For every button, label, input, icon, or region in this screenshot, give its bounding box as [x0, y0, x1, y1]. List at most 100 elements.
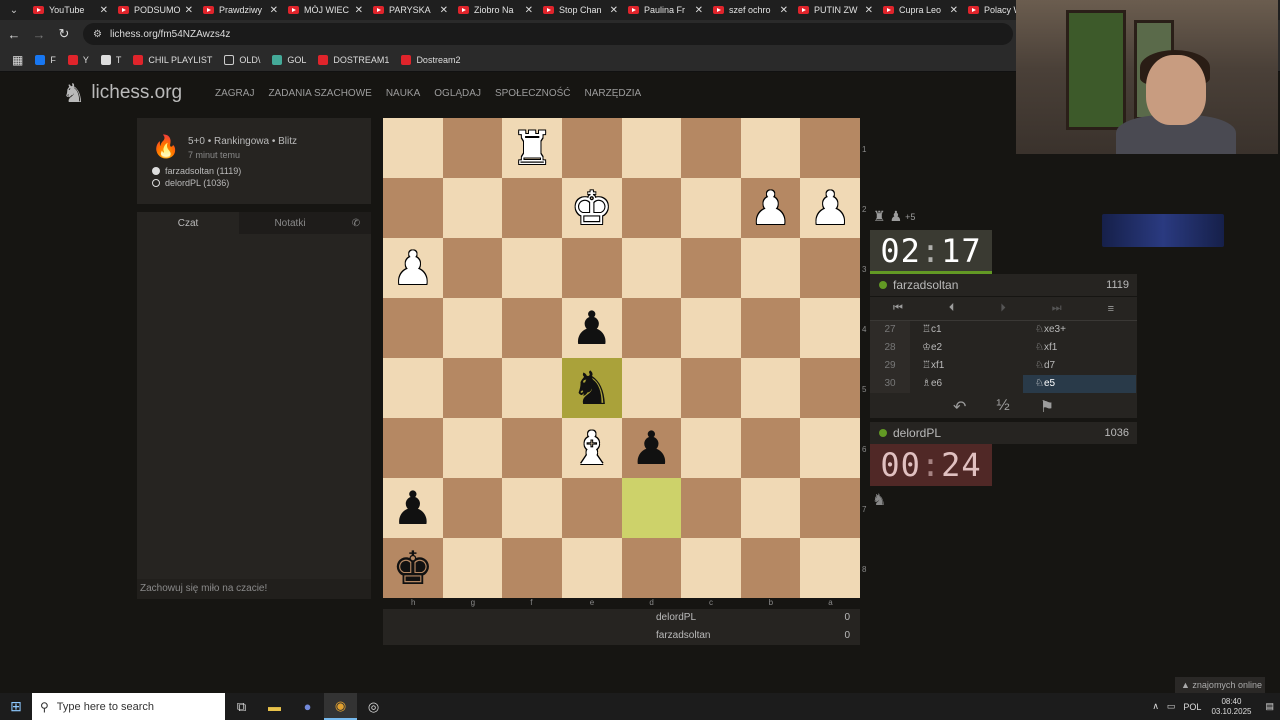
board-square[interactable]	[800, 238, 860, 298]
close-tab-icon[interactable]: ✕	[270, 5, 278, 16]
board-square[interactable]	[740, 418, 801, 478]
draw-offer-icon[interactable]: ½	[996, 397, 1009, 417]
board-square[interactable]	[621, 118, 682, 178]
board-square[interactable]	[621, 358, 682, 418]
white-move[interactable]: ♖xf1	[910, 357, 1023, 375]
bookmark-item[interactable]: T	[100, 54, 121, 65]
board-square[interactable]	[442, 358, 503, 418]
board-square[interactable]	[502, 238, 562, 298]
first-move-icon[interactable]: ⏮	[893, 302, 903, 315]
chrome-icon[interactable]: ◉	[324, 693, 357, 720]
site-logo[interactable]: ♞ lichess.org	[62, 80, 182, 106]
board-square[interactable]	[681, 118, 741, 178]
black-pawn-piece[interactable]: ♟	[571, 304, 612, 352]
nav-menu-item[interactable]: ZAGRAJ	[215, 88, 254, 99]
browser-tab[interactable]: PODSUMO ✕	[113, 0, 198, 20]
board-square[interactable]	[442, 418, 503, 478]
close-tab-icon[interactable]: ✕	[525, 5, 533, 16]
close-tab-icon[interactable]: ✕	[355, 5, 363, 16]
reload-icon[interactable]: ↻	[53, 23, 75, 45]
board-square[interactable]	[442, 298, 503, 358]
close-tab-icon[interactable]: ✕	[610, 5, 618, 16]
board-square[interactable]	[502, 178, 562, 238]
board-square[interactable]	[681, 478, 741, 538]
nav-menu-item[interactable]: NAUKA	[386, 88, 420, 99]
white-move[interactable]: ♗e6	[910, 375, 1023, 393]
board-square[interactable]	[502, 418, 562, 478]
board-square[interactable]	[502, 478, 562, 538]
taskbar-search-input[interactable]: ⚲ Type here to search	[32, 693, 225, 720]
board-square[interactable]	[561, 478, 622, 538]
board-square[interactable]	[740, 358, 801, 418]
next-move-icon[interactable]: ⏵	[1000, 302, 1006, 315]
task-view-icon[interactable]: ⧉	[225, 693, 258, 720]
white-pawn-piece[interactable]: ♟	[810, 184, 851, 232]
board-square[interactable]: ♟	[740, 178, 801, 238]
takeback-icon[interactable]: ↶	[953, 397, 966, 417]
board-square[interactable]	[442, 178, 503, 238]
board-square[interactable]	[561, 238, 622, 298]
board-square[interactable]	[621, 478, 682, 538]
apps-icon[interactable]: ▦	[12, 53, 23, 67]
black-king-piece[interactable]: ♚	[392, 544, 433, 592]
site-info-icon[interactable]: ⚙	[93, 29, 102, 40]
bottom-player-strip[interactable]: delordPL 1036	[870, 422, 1137, 444]
tab-notes[interactable]: Notatki	[239, 212, 341, 234]
discord-icon[interactable]: ●	[291, 693, 324, 720]
forward-icon[interactable]: →	[28, 23, 50, 45]
black-move[interactable]: ♘xe3+	[1023, 321, 1136, 339]
black-pawn-piece[interactable]: ♟	[392, 484, 433, 532]
board-square[interactable]	[800, 118, 860, 178]
player-black[interactable]: delordPL (1036)	[152, 178, 229, 188]
network-icon[interactable]: ▭	[1167, 701, 1176, 712]
board-square[interactable]: ♟	[383, 238, 443, 298]
top-player-strip[interactable]: farzadsoltan 1119	[870, 274, 1137, 296]
board-square[interactable]	[442, 118, 503, 178]
tab-chat[interactable]: Czat	[137, 212, 239, 234]
board-square[interactable]	[800, 298, 860, 358]
board-square[interactable]: ♟	[383, 478, 443, 538]
close-tab-icon[interactable]: ✕	[950, 5, 958, 16]
board-square[interactable]	[800, 478, 860, 538]
black-knight-piece[interactable]: ♞	[571, 364, 612, 412]
board-square[interactable]	[621, 178, 682, 238]
board-square[interactable]	[383, 298, 443, 358]
board-square[interactable]: ♟	[561, 298, 622, 358]
obs-icon[interactable]: ◎	[357, 693, 390, 720]
bookmark-item[interactable]: Dostream2	[401, 54, 460, 65]
white-move[interactable]: ♔e2	[910, 339, 1023, 357]
board-square[interactable]	[740, 538, 801, 598]
windows-start-icon[interactable]: ⊞	[0, 693, 32, 720]
bookmark-item[interactable]: OLD\	[224, 54, 260, 65]
board-square[interactable]	[383, 178, 443, 238]
white-move[interactable]: ♖c1	[910, 321, 1023, 339]
board-square[interactable]	[383, 358, 443, 418]
browser-tab[interactable]: YouTube ✕	[28, 0, 113, 20]
black-move[interactable]: ♘xf1	[1023, 339, 1136, 357]
board-square[interactable]: ♝	[561, 418, 622, 478]
close-tab-icon[interactable]: ✕	[695, 5, 703, 16]
board-square[interactable]	[442, 478, 503, 538]
board-square[interactable]	[621, 298, 682, 358]
board-square[interactable]	[681, 358, 741, 418]
back-icon[interactable]: ←	[3, 23, 25, 45]
board-square[interactable]: ♚	[383, 538, 443, 598]
close-tab-icon[interactable]: ✕	[100, 5, 108, 16]
board-square[interactable]: ♞	[561, 358, 622, 418]
board-square[interactable]	[681, 418, 741, 478]
chat-input[interactable]: Zachowuj się miło na czacie!	[137, 579, 371, 599]
board-square[interactable]	[681, 178, 741, 238]
nav-menu-item[interactable]: NARZĘDZIA	[585, 88, 642, 99]
board-square[interactable]: ♜	[502, 118, 562, 178]
board-square[interactable]	[800, 418, 860, 478]
chess-board[interactable]: ♜ ♚ ♟ ♟ ♟ ♟ ♞ ♝ ♟ ♟ ♚	[383, 118, 860, 598]
white-bishop-piece[interactable]: ♝	[571, 424, 612, 472]
board-square[interactable]	[561, 538, 622, 598]
board-square[interactable]	[502, 538, 562, 598]
board-square[interactable]	[681, 538, 741, 598]
friends-online-button[interactable]: ▲ znajomych online	[1175, 677, 1265, 693]
white-pawn-piece[interactable]: ♟	[392, 244, 433, 292]
nav-menu-item[interactable]: SPOŁECZNOŚĆ	[495, 88, 571, 99]
white-king-piece[interactable]: ♚	[571, 184, 612, 232]
browser-tab[interactable]: Paulina Fr ✕	[623, 0, 708, 20]
